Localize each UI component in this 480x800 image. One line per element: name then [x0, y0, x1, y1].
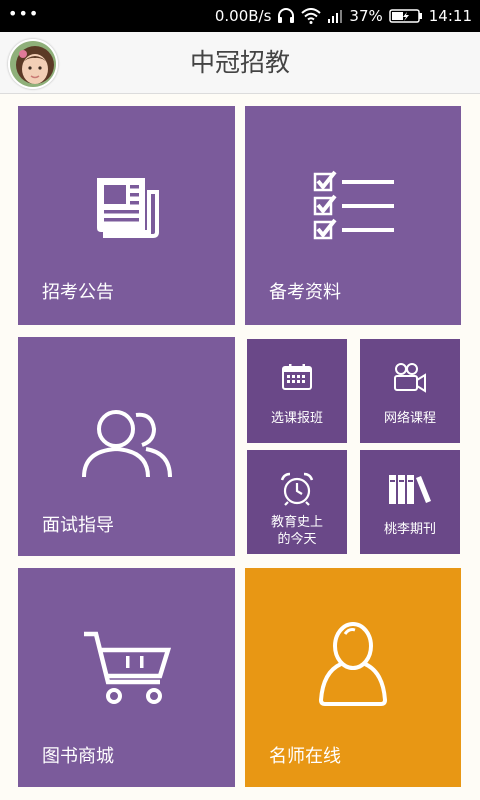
tile-recruit-notice[interactable]: 招考公告 [18, 106, 235, 325]
newspaper-icon [91, 174, 163, 244]
tile-label: 面试指导 [42, 515, 114, 536]
checklist-icon [312, 170, 396, 246]
tile-label: 桃李期刊 [383, 522, 436, 537]
headphone-icon [277, 8, 295, 24]
net-speed: 0.00B/s [214, 7, 272, 25]
tile-journal[interactable]: 桃李期刊 [360, 450, 460, 554]
tile-label-line2: 的今天 [277, 532, 317, 547]
shopping-cart-icon [82, 630, 174, 710]
page-title: 中冠招教 [189, 48, 290, 77]
tile-label: 招考公告 [42, 282, 114, 303]
tile-label: 网络课程 [383, 411, 436, 426]
battery-icon [389, 8, 423, 24]
avatar[interactable] [8, 39, 58, 89]
tile-label: 图书商城 [42, 746, 114, 767]
battery-percent: 37% [349, 7, 383, 25]
calendar-icon [281, 363, 313, 395]
tile-label: 名师在线 [269, 746, 341, 767]
users-icon [80, 407, 176, 485]
app-header: 中冠招教 [0, 32, 480, 94]
signal-icon [327, 8, 343, 24]
tile-label: 备考资料 [269, 282, 341, 303]
wifi-icon [301, 8, 322, 24]
tile-label-line1: 教育史上 [270, 515, 323, 530]
person-icon [317, 620, 389, 712]
clock-time: 14:11 [428, 7, 472, 25]
status-bar: ••• 0.00B/s 37% 14:11 [0, 0, 480, 32]
notification-dots: ••• [8, 4, 40, 23]
tile-label: 选课报班 [270, 411, 323, 426]
tile-online-course[interactable]: 网络课程 [360, 339, 460, 443]
tile-teacher-online[interactable]: 名师在线 [245, 568, 461, 787]
tile-prep-materials[interactable]: 备考资料 [245, 106, 461, 325]
books-icon [385, 472, 435, 510]
tile-book-mall[interactable]: 图书商城 [18, 568, 235, 787]
alarm-clock-icon [280, 472, 314, 510]
tile-class-select[interactable]: 选课报班 [247, 339, 347, 443]
tile-history-today[interactable]: 教育史上 的今天 [247, 450, 347, 554]
tile-interview-guide[interactable]: 面试指导 [18, 337, 235, 556]
status-right: 0.00B/s 37% 14:11 [215, 7, 472, 25]
video-camera-icon [392, 361, 428, 397]
